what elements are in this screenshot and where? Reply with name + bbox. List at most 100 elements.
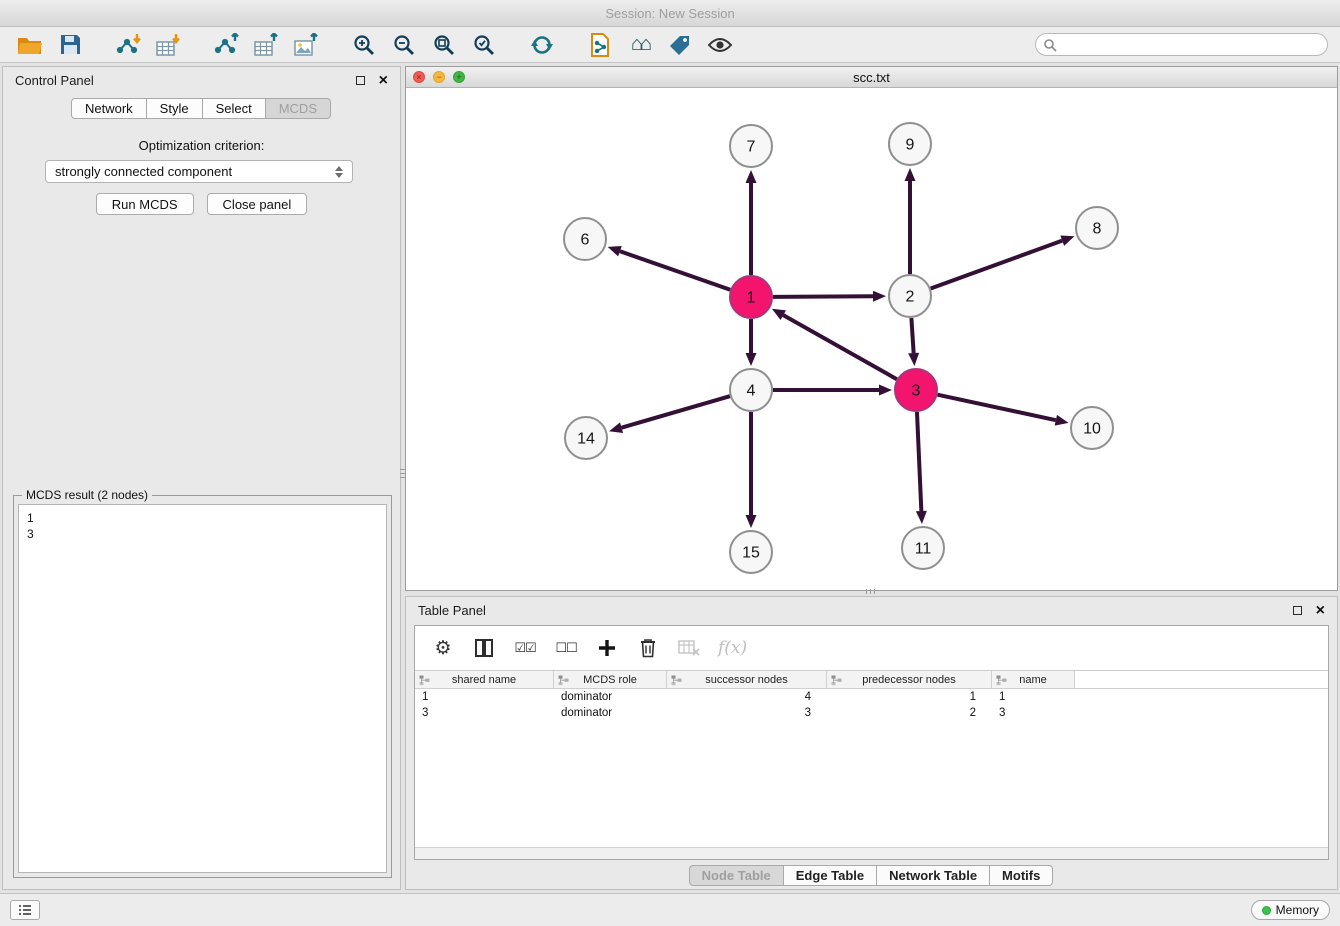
cell-shared-name: 3 <box>415 705 554 721</box>
graph-node-label: 9 <box>906 137 915 154</box>
zoom-out-button[interactable] <box>386 30 422 60</box>
graph-node-label: 11 <box>915 541 932 558</box>
zoom-in-button[interactable] <box>346 30 382 60</box>
mcds-result-line: 3 <box>27 526 378 542</box>
node-table-card: ⚙ ☑☑ ☐☐ f(x) shared name <box>414 625 1329 860</box>
import-table-button[interactable] <box>150 30 186 60</box>
run-mcds-button[interactable]: Run MCDS <box>96 193 194 215</box>
network-canvas[interactable]: 7968124314101511 <box>406 88 1337 589</box>
table-row[interactable]: 1 dominator 4 1 1 <box>415 689 1328 705</box>
vertical-splitter-handle[interactable] <box>400 460 405 486</box>
graph-edge[interactable] <box>931 241 1063 289</box>
window-title: Session: New Session <box>605 6 734 21</box>
column-header-mcds-role[interactable]: MCDS role <box>554 671 667 688</box>
control-panel-header: Control Panel × <box>3 67 400 94</box>
window-zoom-icon[interactable]: + <box>453 71 465 83</box>
float-table-panel-icon[interactable] <box>1293 606 1302 615</box>
table-header-row: shared name MCDS role successor nodes pr… <box>415 670 1328 689</box>
tab-network[interactable]: Network <box>71 98 147 119</box>
tab-select[interactable]: Select <box>202 98 266 119</box>
close-panel-icon[interactable]: × <box>379 73 388 89</box>
table-panel: Table Panel × ⚙ ☑☑ ☐☐ f(x) <box>405 596 1338 890</box>
column-header-successor-nodes[interactable]: successor nodes <box>667 671 827 688</box>
window-titlebar: Session: New Session <box>0 0 1340 27</box>
dropdown-stepper-icon <box>335 166 343 178</box>
graph-node-label: 4 <box>747 383 756 400</box>
new-table-button[interactable] <box>248 30 284 60</box>
graph-edge[interactable] <box>938 395 1056 421</box>
zoom-fit-button[interactable] <box>426 30 462 60</box>
tab-edge-table[interactable]: Edge Table <box>783 865 877 886</box>
table-row[interactable]: 3 dominator 3 2 3 <box>415 705 1328 721</box>
new-network-icon <box>212 33 240 57</box>
graph-edge[interactable] <box>620 251 730 290</box>
new-network-button[interactable] <box>208 30 244 60</box>
list-icon <box>18 904 32 916</box>
network-graph[interactable]: 7968124314101511 <box>406 88 1337 589</box>
tab-network-table[interactable]: Network Table <box>876 865 990 886</box>
columns-icon <box>474 638 494 658</box>
open-session-button[interactable] <box>12 30 48 60</box>
table-toolbar: ⚙ ☑☑ ☐☐ f(x) <box>415 626 1328 670</box>
tab-node-table[interactable]: Node Table <box>689 865 784 886</box>
graph-edge[interactable] <box>783 315 897 379</box>
import-network-button[interactable] <box>110 30 146 60</box>
criterion-dropdown[interactable]: strongly connected component <box>45 160 353 183</box>
column-header-shared-name[interactable]: shared name <box>415 671 554 688</box>
column-type-icon <box>996 675 1007 686</box>
float-panel-icon[interactable] <box>356 76 365 85</box>
window-minimize-icon[interactable]: − <box>433 71 445 83</box>
graph-edge[interactable] <box>622 396 730 428</box>
control-panel-tabs: Network Style Select MCDS <box>3 98 400 119</box>
show-columns-button[interactable] <box>472 635 496 661</box>
graph-node-label: 1 <box>747 290 756 307</box>
eye-icon <box>707 36 733 54</box>
main-toolbar: ⌂⌂ <box>0 27 1340 63</box>
graph-edge[interactable] <box>917 412 921 511</box>
network-document-button[interactable] <box>582 30 618 60</box>
close-panel-button[interactable]: Close panel <box>207 193 308 215</box>
control-panel: Control Panel × Network Style Select MCD… <box>2 66 401 890</box>
table-tabs: Node Table Edge Table Network Table Moti… <box>406 865 1337 886</box>
edge-arrowhead-icon <box>608 246 622 256</box>
table-settings-button[interactable]: ⚙ <box>431 635 455 661</box>
mcds-result-box: MCDS result (2 nodes) 1 3 <box>13 495 392 878</box>
column-header-predecessor-nodes[interactable]: predecessor nodes <box>827 671 992 688</box>
graph-edge[interactable] <box>773 296 873 297</box>
column-header-name[interactable]: name <box>992 671 1075 688</box>
select-all-columns-button[interactable]: ☑☑ <box>513 635 537 661</box>
annotation-button[interactable] <box>662 30 698 60</box>
tab-style[interactable]: Style <box>146 98 203 119</box>
add-column-button[interactable] <box>595 635 619 661</box>
delete-column-button[interactable] <box>636 635 660 661</box>
delete-table-icon <box>678 639 700 657</box>
edge-arrowhead-icon <box>905 168 916 181</box>
refresh-icon <box>529 33 555 57</box>
cell-name: 3 <box>992 705 1075 721</box>
deselect-all-columns-button[interactable]: ☐☐ <box>554 635 578 661</box>
save-session-button[interactable] <box>52 30 88 60</box>
task-history-button[interactable] <box>10 900 40 920</box>
function-builder-button: f(x) <box>718 635 747 661</box>
export-image-button[interactable] <box>288 30 324 60</box>
close-table-panel-icon[interactable]: × <box>1316 603 1325 619</box>
home-layout-button[interactable]: ⌂⌂ <box>622 30 658 60</box>
export-image-icon <box>293 33 319 57</box>
trash-icon <box>639 638 657 658</box>
horizontal-splitter-handle[interactable] <box>856 589 884 594</box>
edge-arrowhead-icon <box>879 385 892 396</box>
zoom-selected-button[interactable] <box>466 30 502 60</box>
table-horizontal-scrollbar[interactable] <box>415 847 1328 859</box>
tab-motifs[interactable]: Motifs <box>989 865 1053 886</box>
apply-layout-button[interactable] <box>524 30 560 60</box>
window-close-icon[interactable]: × <box>413 71 425 83</box>
graph-edge[interactable] <box>911 318 913 353</box>
tab-mcds[interactable]: MCDS <box>265 98 331 119</box>
toggle-visibility-button[interactable] <box>702 30 738 60</box>
cell-predecessor-nodes: 2 <box>827 705 992 721</box>
memory-button[interactable]: Memory <box>1251 900 1330 920</box>
table-panel-header: Table Panel × <box>406 597 1337 624</box>
search-input[interactable] <box>1035 33 1328 56</box>
network-window-titlebar[interactable]: scc.txt × − + <box>406 67 1337 88</box>
cell-successor-nodes: 3 <box>667 705 827 721</box>
